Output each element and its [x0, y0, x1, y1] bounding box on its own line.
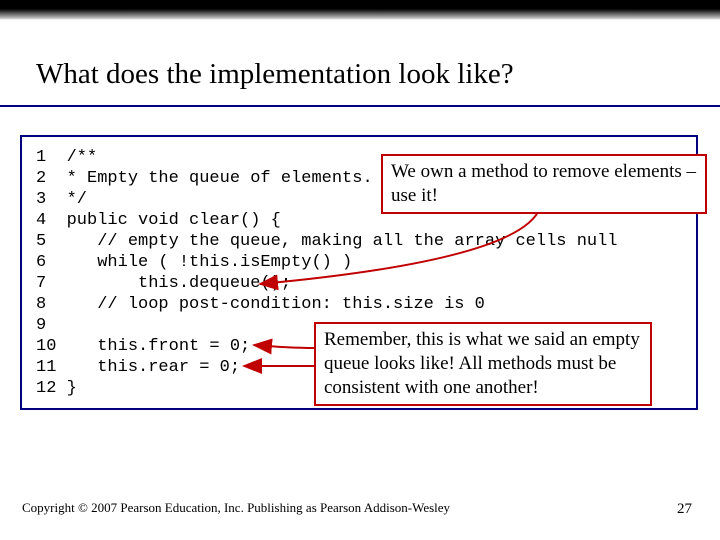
slide-title: What does the implementation look like?: [36, 58, 514, 91]
code-line: 7 this.dequeue();: [36, 273, 682, 294]
slide-top-gradient: [0, 0, 720, 20]
callout-top: We own a method to remove elements – use…: [381, 154, 707, 214]
code-line: 6 while ( !this.isEmpty() ): [36, 252, 682, 273]
callout-bottom: Remember, this is what we said an empty …: [314, 322, 652, 406]
code-line: 8 // loop post-condition: this.size is 0: [36, 294, 682, 315]
page-number: 27: [677, 501, 692, 518]
copyright-footer: Copyright © 2007 Pearson Education, Inc.…: [22, 500, 450, 516]
code-line: 5 // empty the queue, making all the arr…: [36, 231, 682, 252]
title-underline: [0, 105, 720, 107]
